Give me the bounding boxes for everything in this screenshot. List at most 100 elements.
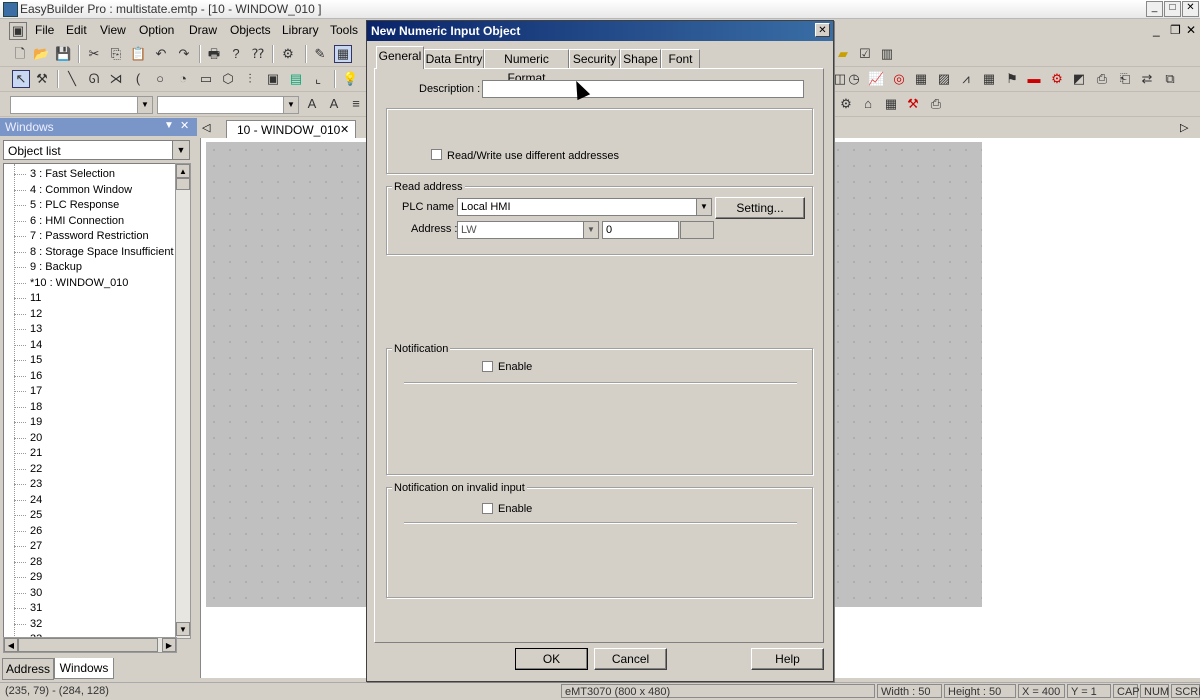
backup-icon[interactable]: ◩ [1071,71,1087,87]
bars-icon[interactable]: ▥ [879,46,895,62]
tab-data-entry[interactable]: Data Entry [424,49,484,68]
properties-icon[interactable]: ⚒ [34,71,50,87]
scroll-up-icon[interactable]: ▲ [176,164,190,178]
panel-dropdown-icon[interactable]: ▼ [164,120,174,131]
menu-edit[interactable]: Edit [66,23,87,37]
screen-icon[interactable]: ▤ [288,71,304,87]
tree-horizontal-scrollbar[interactable]: ◀ ▶ [3,637,177,653]
whats-this-icon[interactable]: ⁇ [250,46,266,62]
line-icon[interactable]: ╲ [64,71,80,87]
tab-security[interactable]: Security [569,49,620,68]
tree-item[interactable]: 32 [4,617,176,632]
tree-item[interactable]: 7 : Password Restriction [4,229,176,244]
polyline-icon[interactable]: ᘏ [86,71,102,87]
tree-item[interactable]: 5 : PLC Response [4,198,176,213]
select-icon[interactable]: ↖ [12,70,30,88]
tab-window-010[interactable]: 10 - WINDOW_010 ✕ [226,120,356,139]
align-icon[interactable]: ≡ [348,96,364,112]
doc-minimize-button[interactable]: _ [1153,23,1160,37]
object-list-combo[interactable]: Object list ▼ [3,140,190,160]
doc-restore-button[interactable]: ❐ [1170,23,1181,37]
plc-name-select[interactable]: Local HMI ▼ [457,198,712,216]
bar-red-icon[interactable]: ▬ [1026,71,1042,87]
tree-item[interactable]: 21 [4,446,176,461]
tree-item[interactable]: 11 [4,291,176,306]
menu-file[interactable]: File [35,23,54,37]
compile-icon[interactable]: ⚙ [280,46,296,62]
circle-icon[interactable]: ○ [152,71,168,87]
tree-vertical-scrollbar[interactable]: ▲ ▼ [175,163,191,639]
library-icon[interactable]: ▰ [835,46,851,62]
trend-icon[interactable]: 📈 [868,71,884,87]
pie-icon[interactable]: ◔ [175,71,191,87]
paste-icon[interactable]: 📋 [130,46,146,62]
doc-icon[interactable]: ▣ [9,22,27,40]
print-icon[interactable]: 🖶 [206,46,222,62]
help-icon[interactable]: ? [228,46,244,62]
notification-enable-checkbox[interactable] [482,361,493,372]
tab-scroll-left-icon[interactable]: ◁ [202,121,210,134]
font-grow-icon[interactable]: A [304,96,320,112]
tree-item[interactable]: 4 : Common Window [4,183,176,198]
tree-item[interactable]: *10 : WINDOW_010 [4,276,176,291]
tools-icon[interactable]: ⚒ [905,96,921,112]
tree-item[interactable]: 30 [4,586,176,601]
transfer-icon[interactable]: ⇄ [1139,71,1155,87]
description-input[interactable] [482,80,804,98]
rw-different-checkbox[interactable] [431,149,442,160]
tab-font[interactable]: Font [661,49,700,68]
minimize-button[interactable]: _ [1146,1,1163,17]
alarm-icon[interactable]: ⚑ [1004,71,1020,87]
tree-item[interactable]: 9 : Backup [4,260,176,275]
maximize-button[interactable]: □ [1164,1,1181,17]
menu-library[interactable]: Library [282,23,319,37]
tree-item[interactable]: 28 [4,555,176,570]
grid-icon[interactable]: ▦ [334,45,352,63]
save-icon[interactable]: 💾 [55,46,71,62]
tree-item[interactable]: 20 [4,431,176,446]
tree-item[interactable]: 18 [4,400,176,415]
xy-chart-icon[interactable]: ⩘ [958,71,974,87]
keypad-icon[interactable]: ▦ [883,96,899,112]
dialog-close-button[interactable]: ✕ [815,23,830,37]
address-value-input[interactable]: 0 [602,221,679,239]
macro-icon[interactable]: ⎗ [1117,71,1133,87]
menu-option[interactable]: Option [139,23,174,37]
chart-icon[interactable]: ▨ [936,71,952,87]
printer-icon[interactable]: ⎙ [928,96,944,112]
tab-address[interactable]: Address [2,658,54,680]
cut-icon[interactable]: ✂ [86,46,102,62]
settings-icon[interactable]: ⚙ [838,96,854,112]
scroll-thumb[interactable] [176,178,190,190]
chevron-down-icon[interactable]: ▼ [696,199,711,215]
bulb-icon[interactable]: 💡 [342,71,358,87]
setting-button[interactable]: Setting... [715,197,805,219]
scroll-right-icon[interactable]: ▶ [162,638,176,652]
tree-item[interactable]: 23 [4,477,176,492]
tree-item[interactable]: 17 [4,384,176,399]
recipe-icon[interactable]: ⎙ [1094,71,1110,87]
tab-close-icon[interactable]: ✕ [340,123,349,136]
font-shrink-icon[interactable]: A [326,96,342,112]
hscroll-thumb[interactable] [18,638,158,652]
table-icon[interactable]: ▦ [913,71,929,87]
font-combo[interactable]: ▼ [10,96,153,114]
grid-table-icon[interactable]: ▦ [981,71,997,87]
rectangle-icon[interactable]: ▭ [198,71,214,87]
undo-icon[interactable]: ↶ [153,46,169,62]
copy-objects-icon[interactable]: ⧉ [1162,71,1178,87]
tree-item[interactable]: 19 [4,415,176,430]
tab-windows[interactable]: Windows [54,658,114,679]
panel-close-icon[interactable]: ✕ [180,119,189,132]
polygon-icon[interactable]: ⬡ [220,71,236,87]
size-combo[interactable]: ▼ [157,96,299,114]
doc-close-button[interactable]: ✕ [1186,23,1196,37]
arc-icon[interactable]: ( [130,71,146,87]
scroll-down-icon[interactable]: ▼ [176,622,190,636]
tree-item[interactable]: 26 [4,524,176,539]
tree-item[interactable]: 12 [4,307,176,322]
arrow-icon[interactable]: ⋊ [108,71,124,87]
scale-icon[interactable]: ⫶ [242,71,258,87]
copy-icon[interactable]: ⎘ [108,46,124,62]
tree-item[interactable]: 16 [4,369,176,384]
